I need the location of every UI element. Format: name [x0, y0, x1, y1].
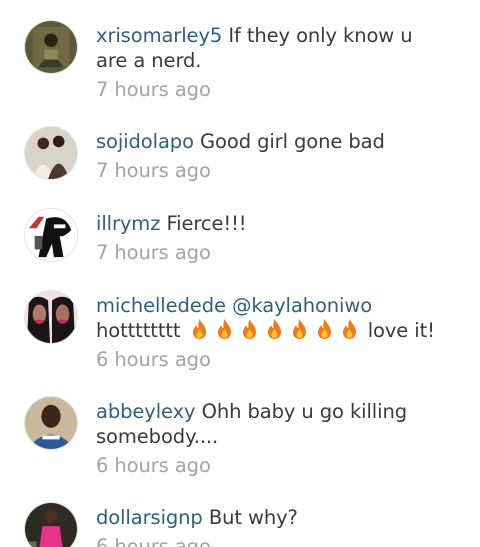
comment-text: Fierce!!!: [166, 212, 247, 235]
comment-body: michelledede @kaylahoniwo hotttttttt lov…: [96, 293, 440, 372]
timestamp: 6 hours ago: [96, 454, 211, 477]
avatar[interactable]: [24, 290, 78, 344]
username-link[interactable]: dollarsignp: [96, 506, 203, 529]
comment-body: sojidolapo Good girl gone bad 7 hours ag…: [96, 129, 440, 183]
timestamp: 6 hours ago: [96, 348, 211, 371]
fire-icon: [292, 319, 306, 339]
fire-icon: [267, 319, 281, 339]
flame-emoji-group: [180, 319, 367, 342]
comment-list: xrisomarley5 If they only know u are a n…: [0, 0, 480, 547]
user-avatar-icon: [25, 397, 77, 449]
username-link[interactable]: abbeylexy: [96, 400, 196, 423]
comment-body: xrisomarley5 If they only know u are a n…: [96, 23, 440, 102]
comment-text: Good girl gone bad: [200, 130, 385, 153]
mention-link[interactable]: @kaylahoniwo: [232, 294, 372, 317]
comment-body: dollarsignp But why? 6 hours ago: [96, 505, 440, 547]
username-link[interactable]: michelledede: [96, 294, 226, 317]
username-link[interactable]: xrisomarley5: [96, 24, 222, 47]
avatar[interactable]: [24, 502, 78, 547]
username-link[interactable]: sojidolapo: [96, 130, 194, 153]
comment-text: But why?: [208, 506, 298, 529]
timestamp: 7 hours ago: [96, 241, 211, 264]
fire-icon: [342, 319, 356, 339]
timestamp: 7 hours ago: [96, 78, 211, 101]
user-avatar-icon: [25, 127, 77, 179]
timestamp: 6 hours ago: [96, 535, 211, 547]
avatar[interactable]: [24, 208, 78, 262]
avatar[interactable]: [24, 126, 78, 180]
fire-icon: [242, 319, 256, 339]
avatar[interactable]: [24, 396, 78, 450]
comment-text: hotttttttt: [96, 319, 181, 342]
user-avatar-icon: [25, 209, 77, 261]
comment-text: love it!: [367, 319, 435, 342]
fire-icon: [217, 319, 231, 339]
fire-icon: [192, 319, 206, 339]
comment-body: abbeylexy Ohh baby u go killing somebody…: [96, 399, 440, 478]
user-avatar-icon: [25, 21, 77, 73]
avatar[interactable]: [24, 20, 78, 74]
comment-body: illrymz Fierce!!! 7 hours ago: [96, 211, 440, 265]
timestamp: 7 hours ago: [96, 159, 211, 182]
user-avatar-icon: [25, 291, 77, 343]
username-link[interactable]: illrymz: [96, 212, 160, 235]
user-avatar-icon: [25, 503, 77, 547]
fire-icon: [317, 319, 331, 339]
